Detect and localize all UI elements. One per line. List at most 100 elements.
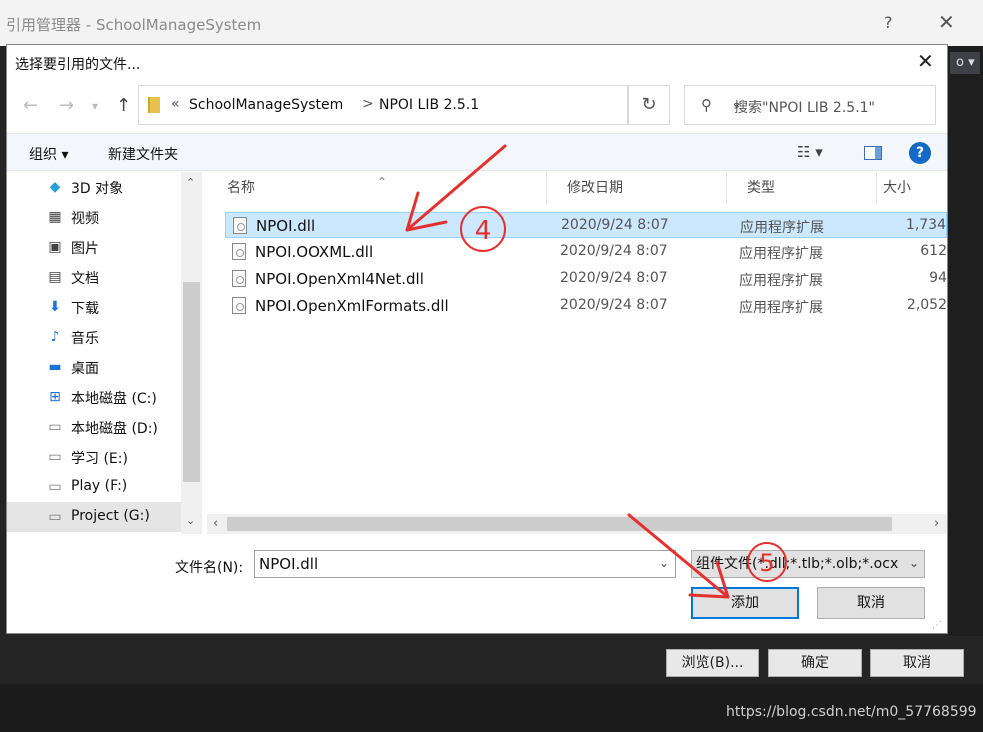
breadcrumb-npoi-lib[interactable]: NPOI LIB 2.5.1: [379, 97, 479, 113]
nav-item-drive-g[interactable]: ▭ Project (G:): [7, 502, 181, 532]
filter-dropdown-icon[interactable]: ⌄: [909, 556, 919, 570]
search-input[interactable]: ⚲ 搜索"NPOI LIB 2.5.1": [684, 85, 936, 125]
file-date: 2020/9/24 8:07: [560, 270, 668, 286]
column-header-name[interactable]: 名称 ⌃: [207, 172, 547, 204]
watermark: https://blog.csdn.net/m0_57768599: [726, 704, 977, 720]
nav-item-label: 本地磁盘 (D:): [71, 421, 158, 437]
file-size: 94: [929, 270, 947, 286]
file-type-filter-select[interactable]: 组件文件(*.dll;*.tlb;*.olb;*.ocx: [691, 550, 925, 578]
column-header-size[interactable]: 大小: [877, 172, 947, 204]
download-icon: ⬇: [49, 299, 61, 315]
file-list-horizontal-scrollbar[interactable]: ‹ ›: [207, 514, 947, 534]
column-header-date[interactable]: 修改日期: [547, 172, 727, 204]
search-icon: ⚲: [701, 96, 712, 114]
folder-icon: [148, 97, 160, 113]
nav-pane-scrollbar[interactable]: ⌃ ⌄: [181, 172, 202, 534]
organize-button[interactable]: 组织 ▾: [29, 144, 68, 164]
search-placeholder: 搜索"NPOI LIB 2.5.1": [734, 100, 875, 116]
nav-item-drive-f[interactable]: ▭ Play (F:): [7, 472, 181, 502]
add-button[interactable]: 添加: [691, 587, 799, 619]
file-name: NPOI.dll: [256, 217, 316, 235]
drive-icon: ▭: [48, 449, 62, 465]
desktop-icon: ▬: [48, 359, 62, 375]
new-folder-button[interactable]: 新建文件夹: [108, 144, 178, 164]
scroll-down-icon[interactable]: ⌄: [186, 514, 195, 527]
command-toolbar: 组织 ▾ 新建文件夹 ☷ ▾ ?: [7, 133, 947, 171]
file-type: 应用程序扩展: [739, 300, 823, 316]
nav-item-music[interactable]: ♪ 音乐: [7, 322, 181, 352]
file-size: 612: [920, 243, 947, 259]
view-options-button[interactable]: ☷ ▾: [797, 143, 823, 161]
outer-cancel-button[interactable]: 取消: [870, 649, 964, 677]
browse-button[interactable]: 浏览(B)...: [666, 649, 759, 677]
resize-grip-icon[interactable]: ⋰: [932, 620, 942, 631]
nav-item-drive-e[interactable]: ▭ 学习 (E:): [7, 442, 181, 472]
nav-item-3d-objects[interactable]: ◆ 3D 对象: [7, 172, 181, 202]
outer-titlebar: 引用管理器 - SchoolManageSystem ? ✕: [0, 0, 983, 46]
column-header-label: 名称: [227, 180, 255, 196]
up-arrow-icon[interactable]: ↑: [116, 95, 131, 116]
breadcrumb-overflow-icon[interactable]: «: [171, 96, 180, 112]
recent-locations-chevron-icon[interactable]: ▾: [92, 99, 98, 113]
column-header-type[interactable]: 类型: [727, 172, 877, 204]
file-type: 应用程序扩展: [739, 273, 823, 289]
filename-input[interactable]: [254, 550, 676, 578]
preview-pane-icon[interactable]: [864, 146, 882, 160]
back-arrow-icon[interactable]: ←: [23, 95, 38, 116]
file-open-dialog: 选择要引用的文件... ✕ ← → ▾ ↑ « SchoolManageSyst…: [6, 44, 948, 634]
nav-item-drive-d[interactable]: ▭ 本地磁盘 (D:): [7, 412, 181, 442]
help-icon[interactable]: ?: [909, 142, 931, 164]
dll-file-icon: [232, 297, 246, 314]
breadcrumb-schoolmanagesystem[interactable]: SchoolManageSystem: [189, 97, 343, 113]
dll-file-icon: [232, 270, 246, 287]
nav-item-pictures[interactable]: ▣ 图片: [7, 232, 181, 262]
scroll-right-icon[interactable]: ›: [934, 516, 939, 531]
outer-close-button[interactable]: ✕: [938, 10, 955, 34]
dialog-cancel-button[interactable]: 取消: [817, 587, 925, 619]
nav-item-documents[interactable]: ▤ 文档: [7, 262, 181, 292]
sort-ascending-icon: ⌃: [377, 175, 388, 189]
dll-file-icon: [233, 217, 247, 234]
scroll-up-icon[interactable]: ⌃: [186, 176, 195, 189]
3d-objects-icon: ◆: [49, 179, 61, 195]
ok-button[interactable]: 确定: [768, 649, 862, 677]
nav-item-label: 本地磁盘 (C:): [71, 391, 157, 407]
outer-side-tag[interactable]: o ▾: [950, 52, 980, 74]
drive-icon: ▭: [48, 419, 62, 435]
table-row[interactable]: NPOI.OpenXmlFormats.dll 2020/9/24 8:07 应…: [225, 293, 947, 319]
drive-icon: ▭: [48, 479, 62, 495]
help-button[interactable]: ?: [884, 13, 893, 32]
nav-item-downloads[interactable]: ⬇ 下载: [7, 292, 181, 322]
address-bar[interactable]: « SchoolManageSystem > NPOI LIB 2.5.1 ⌄: [138, 85, 742, 125]
file-date: 2020/9/24 8:07: [561, 217, 669, 233]
scroll-left-icon[interactable]: ‹: [213, 516, 218, 531]
refresh-button[interactable]: ↻: [628, 85, 670, 125]
dialog-close-button[interactable]: ✕: [917, 49, 934, 73]
nav-item-drive-c[interactable]: ⊞ 本地磁盘 (C:): [7, 382, 181, 412]
drive-icon: ▭: [48, 509, 62, 525]
table-row[interactable]: NPOI.OOXML.dll 2020/9/24 8:07 应用程序扩展 612: [225, 239, 947, 265]
outer-right-strip: [948, 46, 983, 636]
table-row[interactable]: NPOI.dll 2020/9/24 8:07 应用程序扩展 1,734: [225, 212, 947, 238]
nav-item-label: 下载: [71, 301, 99, 317]
nav-item-label: 图片: [71, 241, 99, 257]
file-date: 2020/9/24 8:07: [560, 297, 668, 313]
table-row[interactable]: NPOI.OpenXml4Net.dll 2020/9/24 8:07 应用程序…: [225, 266, 947, 292]
file-size: 1,734: [905, 217, 946, 233]
dialog-title: 选择要引用的文件...: [15, 57, 141, 73]
nav-item-video[interactable]: ▦ 视频: [7, 202, 181, 232]
filename-label: 文件名(N):: [175, 560, 244, 576]
nav-item-desktop[interactable]: ▬ 桌面: [7, 352, 181, 382]
file-name: NPOI.OOXML.dll: [255, 243, 374, 261]
filename-dropdown-icon[interactable]: ⌄: [659, 556, 669, 570]
documents-icon: ▤: [48, 269, 62, 285]
pictures-icon: ▣: [48, 239, 62, 255]
horizontal-scroll-thumb[interactable]: [227, 517, 892, 531]
music-icon: ♪: [50, 329, 60, 345]
nav-item-label: Project (G:): [71, 508, 150, 524]
nav-item-label: 学习 (E:): [71, 451, 128, 467]
breadcrumb-separator-icon[interactable]: >: [362, 96, 374, 112]
forward-arrow-icon[interactable]: →: [59, 95, 74, 116]
nav-item-label: 音乐: [71, 331, 99, 347]
nav-scroll-thumb[interactable]: [183, 282, 200, 482]
